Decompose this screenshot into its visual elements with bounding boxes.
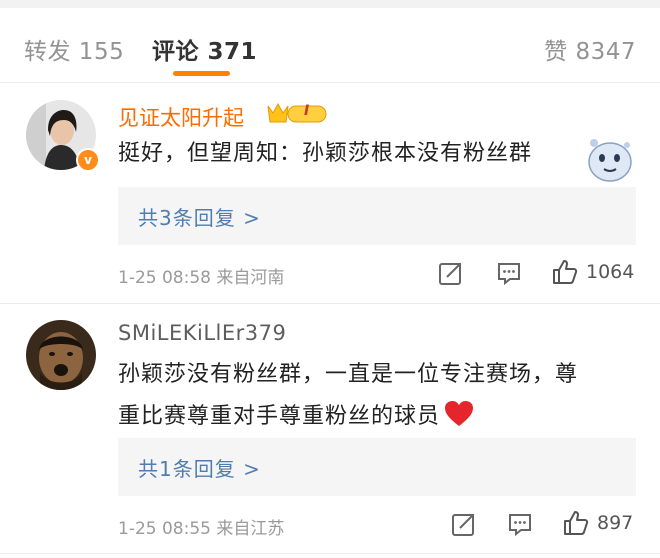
username[interactable]: SMiLEKiLlEr379 (118, 321, 286, 345)
view-replies-button[interactable]: 共3条回复 > (118, 187, 636, 245)
tab-likes[interactable]: 赞 8347 (544, 32, 636, 66)
avatar[interactable] (26, 320, 96, 390)
vip-crown-badge: I (262, 100, 332, 128)
verified-icon: v (76, 148, 100, 172)
replies-label: 共3条回复 > (138, 206, 261, 230)
view-replies-button[interactable]: 共1条回复 > (118, 438, 636, 496)
like-icon[interactable] (562, 509, 590, 541)
like-count: 897 (597, 512, 634, 534)
comment-text: 挺好，但望周知：孙颖莎根本没有粉丝群 (118, 141, 533, 166)
replies-label: 共1条回复 > (138, 457, 261, 481)
repost-icon[interactable] (451, 511, 477, 541)
tab-reposts[interactable]: 转发 155 (24, 32, 124, 66)
crown-icon (267, 102, 327, 123)
divider (0, 303, 660, 304)
comment-text-segment: 重比赛尊重对手尊重粉丝的球员 (118, 404, 441, 429)
red-heart-icon (445, 401, 474, 426)
like-count: 1064 (586, 261, 635, 283)
username[interactable]: 见证太阳升起 (118, 102, 244, 132)
comment-text-line: 重比赛尊重对手尊重粉丝的球员 (118, 396, 578, 438)
comment-meta: 1-25 08:55 来自江苏 (118, 519, 285, 539)
top-gray-strip (0, 0, 660, 8)
comment-text: 孙颖莎没有粉丝群，一直是一位专注赛场，尊 重比赛尊重对手尊重粉丝的球员 (118, 354, 578, 438)
tab-bar: 转发 155 评论 371 赞 8347 (0, 8, 660, 83)
comment-meta: 1-25 08:58 来自河南 (118, 268, 285, 288)
divider (0, 553, 660, 554)
tab-comments[interactable]: 评论 371 (152, 32, 257, 66)
repost-icon[interactable] (438, 260, 464, 290)
active-tab-indicator (173, 71, 230, 76)
comment-text-line: 孙颖莎没有粉丝群，一直是一位专注赛场，尊 (118, 362, 579, 387)
comment-icon[interactable] (507, 511, 533, 541)
comment-icon[interactable] (496, 260, 522, 290)
vip-level-label: I (304, 103, 310, 119)
like-icon[interactable] (551, 258, 579, 290)
sticker-emoji-icon (584, 134, 636, 186)
